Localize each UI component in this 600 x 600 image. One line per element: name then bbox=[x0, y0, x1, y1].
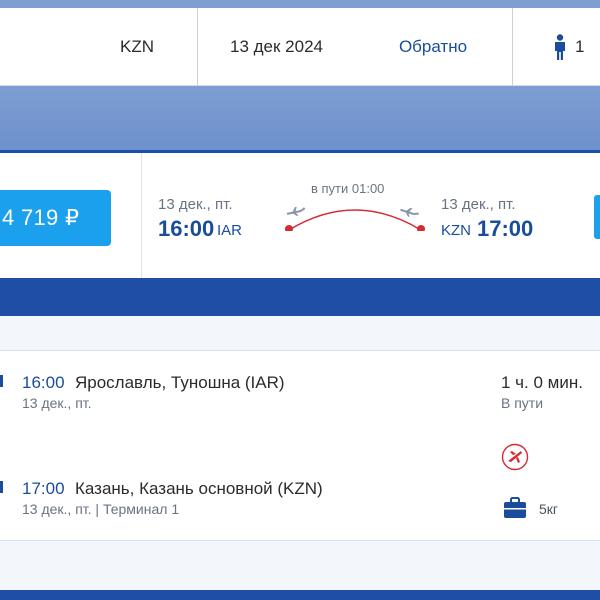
flight-details: 16:00 Ярославль, Туношна (IAR) 13 дек., … bbox=[0, 316, 600, 590]
segment-departure-date: 13 дек., пт. bbox=[22, 395, 92, 411]
return-label: Обратно bbox=[398, 37, 468, 56]
segment-duration-label: В пути bbox=[501, 395, 544, 411]
destination-field[interactable]: KZN bbox=[0, 8, 196, 86]
arrival-date: 13 дек., пт. bbox=[441, 196, 516, 213]
arrival-marker bbox=[0, 481, 3, 493]
segment-duration: 1 ч. 0 мин. bbox=[501, 373, 583, 392]
plane-takeoff-icon bbox=[286, 206, 306, 216]
passengers-field[interactable]: 1 bbox=[512, 8, 600, 86]
segment-arrival-place: Казань, Казань основной (KZN) bbox=[75, 479, 323, 498]
plane-landing-icon bbox=[400, 207, 419, 217]
departure-date: 13 дек., пт. bbox=[158, 196, 233, 213]
next-control[interactable] bbox=[594, 195, 600, 239]
departure-dot bbox=[285, 225, 293, 231]
date-field[interactable]: 13 дек 2024 bbox=[197, 8, 355, 86]
segment-card: 16:00 Ярославль, Туношна (IAR) 13 дек., … bbox=[0, 350, 600, 541]
segment-departure-time: 16:00 bbox=[22, 373, 65, 392]
arrival-time: 17:00 bbox=[477, 216, 534, 241]
route-arc bbox=[285, 206, 425, 231]
arrival-code: KZN bbox=[441, 222, 471, 239]
baggage-icon bbox=[504, 497, 526, 518]
departure-time: 16:00 bbox=[158, 216, 215, 241]
person-icon bbox=[555, 34, 565, 60]
route-line bbox=[288, 209, 422, 231]
baggage-allowance: 5кг bbox=[539, 501, 559, 517]
passenger-count: 1 bbox=[575, 37, 585, 56]
bottom-bar bbox=[0, 590, 600, 600]
return-date-field[interactable]: Обратно bbox=[355, 8, 511, 86]
segment-arrival-date: 13 дек., пт. | Терминал 1 bbox=[22, 501, 180, 517]
airline-logo-icon bbox=[501, 443, 529, 471]
segment-departure-place: Ярославль, Туношна (IAR) bbox=[75, 373, 285, 392]
price-button[interactable]: 4 719 ₽ bbox=[0, 190, 111, 246]
date-value: 13 дек 2024 bbox=[230, 37, 323, 56]
departure-marker bbox=[0, 375, 3, 387]
arrival-dot bbox=[417, 225, 425, 231]
search-bar: KZN 13 дек 2024 Обратно 1 bbox=[0, 0, 600, 86]
segment-arrival-time: 17:00 bbox=[22, 479, 65, 498]
flight-card: 4 719 ₽ 13 дек., пт. 16:00 IAR в пути 01… bbox=[0, 150, 600, 278]
departure-code: IAR bbox=[217, 222, 243, 239]
details-header-bar bbox=[0, 278, 600, 316]
price-value: 4 719 ₽ bbox=[2, 205, 80, 230]
card-divider bbox=[141, 153, 142, 278]
destination-code: KZN bbox=[120, 37, 154, 56]
header-band bbox=[0, 86, 600, 150]
